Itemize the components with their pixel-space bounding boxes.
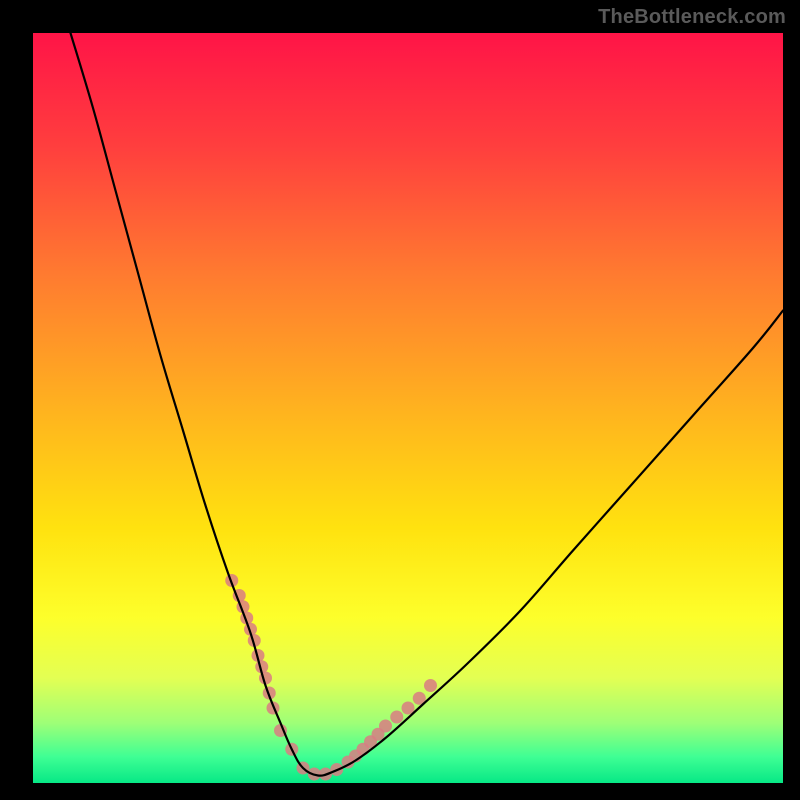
data-dots-layer bbox=[225, 574, 437, 781]
watermark-text: TheBottleneck.com bbox=[598, 6, 786, 29]
data-dot bbox=[390, 711, 403, 724]
chart-frame: TheBottleneck.com bbox=[0, 0, 800, 800]
plot-area bbox=[33, 33, 783, 783]
data-dot bbox=[424, 679, 437, 692]
data-dot bbox=[379, 720, 392, 733]
chart-svg bbox=[33, 33, 783, 783]
bottleneck-curve bbox=[71, 33, 784, 776]
